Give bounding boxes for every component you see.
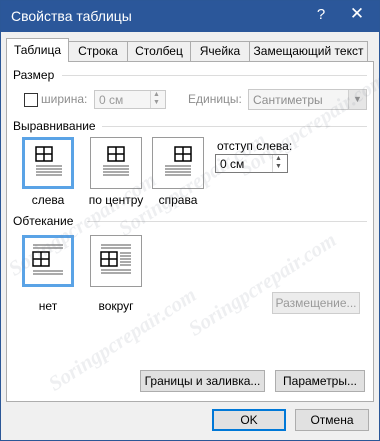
indent-label: отступ слева: <box>217 139 293 153</box>
tab-cell[interactable]: Ячейка <box>190 41 250 61</box>
size-heading: Размер <box>13 68 55 82</box>
dialog-title: Свойства таблицы <box>11 8 132 24</box>
positioning-button[interactable]: Размещение... <box>272 292 360 314</box>
spin-down-icon[interactable]: ▼ <box>153 99 160 107</box>
table-align-right-icon <box>165 146 192 176</box>
align-center-label: по центру <box>88 193 144 207</box>
wrap-none-label: нет <box>38 299 58 313</box>
units-label: Единицы: <box>188 92 242 106</box>
align-right-label: справа <box>158 193 198 207</box>
units-value: Сантиметры <box>253 93 323 107</box>
table-properties-dialog: Свойства таблицы ? ✕ Таблица Строка Стол… <box>0 0 380 441</box>
tab-column[interactable]: Столбец <box>127 41 191 61</box>
spin-up-icon[interactable]: ▲ <box>153 91 160 99</box>
spin-up-icon[interactable]: ▲ <box>275 155 282 163</box>
table-align-left-icon <box>35 146 62 176</box>
help-button[interactable]: ? <box>311 6 331 23</box>
align-center-option[interactable] <box>90 137 142 189</box>
watermark: Soringpcrepair.com <box>183 227 341 341</box>
wrapping-divider <box>87 221 367 222</box>
borders-and-shading-button[interactable]: Границы и заливка... <box>140 370 265 392</box>
wrap-none-option[interactable] <box>22 235 74 287</box>
cancel-button[interactable]: Отмена <box>295 409 369 431</box>
spin-down-icon[interactable]: ▼ <box>275 163 282 171</box>
indent-input[interactable]: 0 см ▲ ▼ <box>215 154 288 173</box>
alignment-divider <box>102 126 367 127</box>
table-tab-panel: Размер ширина: 0 см ▲ ▼ Единицы: Сантиме… <box>4 61 379 402</box>
tab-alt-text[interactable]: Замещающий текст <box>249 41 368 61</box>
size-divider <box>62 75 367 76</box>
tab-row[interactable]: Строка <box>68 41 128 61</box>
close-button[interactable]: ✕ <box>345 4 369 24</box>
wrapping-heading: Обтекание <box>13 214 74 228</box>
width-value: 0 см <box>99 93 124 107</box>
width-spinner[interactable]: ▲ ▼ <box>150 91 165 108</box>
wrap-none-icon <box>32 244 63 275</box>
wrap-around-icon <box>100 244 131 274</box>
align-left-option[interactable] <box>22 137 74 189</box>
chevron-down-icon[interactable]: ▼ <box>348 90 366 109</box>
align-right-option[interactable] <box>152 137 204 189</box>
alignment-heading: Выравнивание <box>13 119 96 133</box>
wrap-around-label: вокруг <box>98 299 134 313</box>
align-left-label: слева <box>31 193 65 207</box>
options-button[interactable]: Параметры... <box>275 370 365 392</box>
table-align-center-icon <box>103 146 129 176</box>
width-label: ширина: <box>41 92 88 106</box>
units-dropdown[interactable]: Сантиметры ▼ <box>248 89 367 110</box>
indent-value: 0 см <box>220 157 245 171</box>
indent-spinner[interactable]: ▲ ▼ <box>272 155 287 172</box>
title-bar: Свойства таблицы ? ✕ <box>1 1 379 32</box>
width-checkbox[interactable] <box>24 93 38 107</box>
width-input[interactable]: 0 см ▲ ▼ <box>94 90 166 109</box>
ok-button[interactable]: OK <box>212 409 286 431</box>
wrap-around-option[interactable] <box>90 235 142 287</box>
tab-table[interactable]: Таблица <box>6 38 69 62</box>
